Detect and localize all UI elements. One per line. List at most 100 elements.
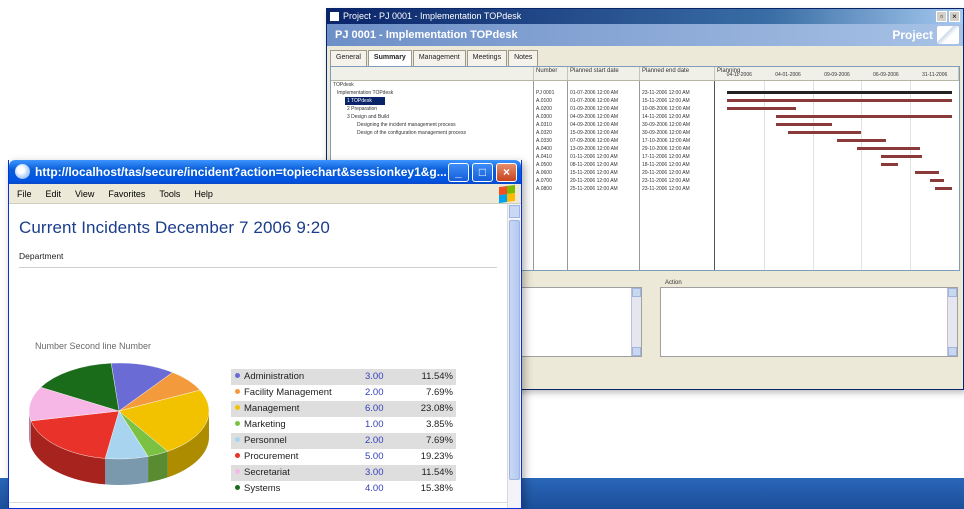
action-panel[interactable]: Action: [660, 280, 958, 357]
menu-bar: File Edit View Favorites Tools Help: [9, 184, 521, 204]
column-header[interactable]: [331, 67, 534, 80]
gantt-bar[interactable]: [788, 131, 862, 134]
table-cell: A.0330: [536, 138, 552, 144]
gantt-bar[interactable]: [915, 171, 940, 174]
tab-general[interactable]: General: [330, 50, 367, 66]
column-header[interactable]: Planned start date: [568, 67, 640, 80]
menu-view[interactable]: View: [75, 184, 94, 203]
action-panel-label: Action: [665, 280, 682, 286]
tree-row[interactable]: 3 Design and Build: [331, 113, 533, 121]
gantt-bar[interactable]: [880, 163, 898, 166]
scroll-down-icon[interactable]: [948, 347, 957, 356]
table-cell: 23-11-2006 12:00 AM: [642, 186, 690, 192]
scroll-up-icon[interactable]: [948, 288, 957, 297]
gantt-bar[interactable]: [727, 91, 952, 94]
legend-value: 4.00: [365, 483, 384, 494]
close-button[interactable]: ×: [949, 11, 960, 22]
table-cell: [640, 81, 714, 89]
tree-row[interactable]: [331, 145, 533, 153]
tree-row[interactable]: Designing the incident management proces…: [331, 121, 533, 129]
tree-row[interactable]: Design of the configuration management p…: [331, 129, 533, 137]
pie-slice-side: [105, 456, 149, 485]
legend-row: Procurement 5.00 19.23%: [231, 449, 456, 465]
legend-row: Secretariat 3.00 11.54%: [231, 465, 456, 481]
project-header: PJ 0001 - Implementation TOPdesk Project: [327, 24, 963, 46]
tree-row[interactable]: [331, 137, 533, 145]
legend-swatch: [235, 436, 240, 442]
tree-row[interactable]: TOPdesk: [331, 81, 533, 89]
minimize-button[interactable]: _: [448, 163, 469, 182]
gantt-bar[interactable]: [880, 155, 923, 158]
tree-row[interactable]: 2 Preparation: [331, 105, 533, 113]
project-window-title: Project - PJ 0001 - Implementation TOPde…: [343, 11, 522, 21]
gantt-bar[interactable]: [934, 187, 952, 190]
legend-value: 3.00: [365, 465, 399, 481]
column-header[interactable]: Planned end date: [640, 67, 715, 80]
table-cell: A.0700: [536, 178, 552, 184]
table-cell: 04-09-2006 12:00 AM: [570, 122, 619, 128]
table-cell: A.0310: [536, 122, 552, 128]
divider: [19, 267, 497, 268]
menu-favorites[interactable]: Favorites: [108, 184, 145, 203]
gantt-bar[interactable]: [929, 179, 945, 182]
legend-value: 3.00: [365, 369, 399, 385]
gantt-bar[interactable]: [856, 147, 920, 150]
table-cell: 30-09-2006 12:00 AM: [642, 130, 691, 136]
maximize-button[interactable]: □: [472, 163, 493, 182]
browser-scrollbar[interactable]: [507, 204, 521, 508]
table-cell: 15-11-2006 12:00 AM: [570, 170, 618, 176]
topdesk-logo-icon: [937, 26, 959, 44]
legend-row: Personnel 2.00 7.69%: [231, 433, 456, 449]
gantt-bar[interactable]: [776, 115, 952, 118]
table-cell: PJ 0001: [536, 90, 555, 96]
legend-swatch: [235, 388, 240, 394]
tab-meetings[interactable]: Meetings: [466, 50, 508, 66]
start-date-column: 01-07-2006 12:00 AM 01-07-2006 12:00 AM 01…: [568, 81, 640, 270]
legend-value: 6.00: [365, 401, 399, 417]
legend-label: Administration: [231, 369, 365, 385]
menu-edit[interactable]: Edit: [46, 184, 62, 203]
action-panel-scrollbar[interactable]: [947, 288, 957, 356]
gantt-bar[interactable]: [776, 123, 833, 126]
table-cell: A.0400: [536, 146, 552, 152]
legend-swatch: [235, 484, 240, 490]
legend-swatch: [235, 468, 240, 474]
left-panel-scrollbar[interactable]: [631, 288, 641, 356]
legend-row: Marketing 1.00 3.85%: [231, 417, 456, 433]
menu-help[interactable]: Help: [194, 184, 213, 203]
app-icon: [330, 12, 339, 21]
restore-button[interactable]: ▫: [936, 11, 947, 22]
tab-management[interactable]: Management: [412, 50, 466, 66]
gantt-bar[interactable]: [727, 107, 796, 110]
table-cell: 08-11-2006 12:00 AM: [570, 162, 618, 168]
column-header[interactable]: Number: [534, 67, 568, 80]
tree-row[interactable]: 1 TOPdesk: [345, 97, 385, 105]
legend-swatch: [235, 404, 240, 410]
gantt-gridline: [812, 81, 814, 270]
table-cell: A.0500: [536, 162, 552, 168]
close-button[interactable]: ×: [496, 163, 517, 182]
scroll-down-icon[interactable]: [632, 347, 641, 356]
legend-percentage: 11.54%: [399, 465, 456, 481]
gantt-gridline: [861, 81, 863, 270]
gantt-bar[interactable]: [837, 139, 886, 142]
menu-tools[interactable]: Tools: [159, 184, 180, 203]
table-cell: A.0600: [536, 170, 552, 176]
gantt-bar[interactable]: [727, 99, 952, 102]
tab-notes[interactable]: Notes: [508, 50, 539, 66]
tab-summary[interactable]: Summary: [367, 50, 412, 66]
table-cell: [534, 81, 567, 89]
legend-category: Systems: [244, 483, 281, 494]
menu-file[interactable]: File: [17, 184, 32, 203]
tree-row[interactable]: Implementation TOPdesk: [331, 89, 533, 97]
legend-label: Facility Management: [231, 385, 365, 401]
legend-percentage: 15.38%: [420, 483, 453, 494]
scroll-up-icon[interactable]: [509, 205, 520, 218]
legend-category: Administration: [244, 371, 305, 382]
scroll-thumb[interactable]: [509, 220, 520, 480]
legend-percentage: 11.54%: [399, 369, 456, 385]
table-cell: A.0200: [536, 106, 552, 112]
scroll-up-icon[interactable]: [632, 288, 641, 297]
gantt-date-row: 04-11-2006 04-01-2006 09-09-2006 06-09-2006…: [715, 72, 959, 80]
table-cell: 15-09-2006 12:00 AM: [570, 130, 619, 136]
